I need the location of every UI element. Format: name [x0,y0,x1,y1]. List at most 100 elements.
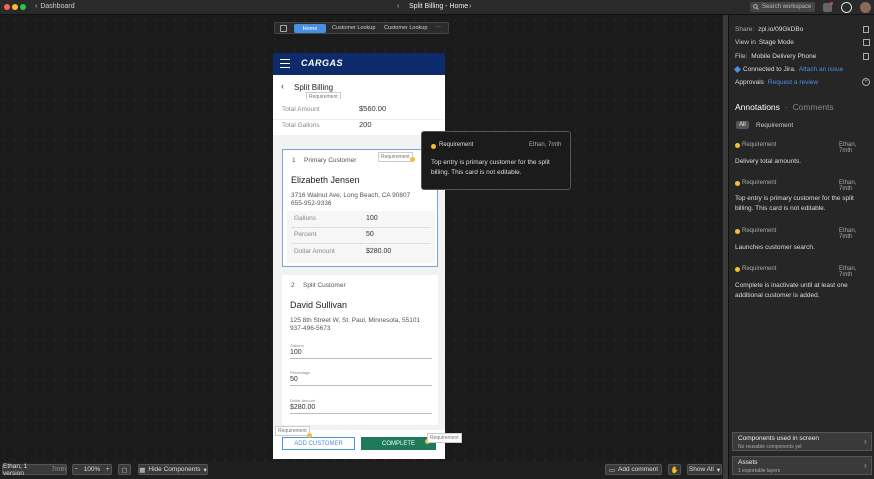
version-button[interactable]: Ethan, 1 version 7mth [2,463,67,477]
search-input[interactable]: Search workspace [750,2,815,12]
search-icon [753,4,759,10]
components-icon: ▦ [139,466,146,474]
annotation-marker-add[interactable] [307,433,312,438]
total-amount-label: Total Amount [282,106,320,113]
hand-tool-icon[interactable]: ✋ [668,464,681,475]
file-row: File: Mobile Delivery Phone [735,53,817,60]
file-name[interactable]: Mobile Delivery Phone [751,53,816,60]
filter-all-chip[interactable]: All [736,121,749,129]
dollar-amount-value: $280.00 [366,248,392,255]
gallons-value: 100 [366,215,378,222]
close-window-icon[interactable] [4,4,10,10]
customer-phone: 655-952-9336 [291,200,332,207]
annotation-dot [735,267,740,272]
totals-section: Total Amount $560.00 Total Gallons 200 [273,99,445,135]
components-section[interactable]: Components used in screen No reusable co… [732,432,872,451]
hide-components-button[interactable]: ▦ Hide Components ▾ [138,464,208,475]
screen-toolbar: Home Customer Lookup Customer Lookup ··· [274,22,449,34]
requirement-tag-add[interactable]: Requirement [275,426,310,436]
bottom-toolbar: Ethan, 1 version 7mth − 100% + ▢ ▦ Hide … [0,462,724,479]
maximize-window-icon[interactable] [20,4,26,10]
filter-requirement-chip[interactable]: Requirement [756,122,793,129]
percent-value: 50 [366,231,374,238]
tab-home[interactable]: Home [294,24,326,33]
file-icon[interactable] [863,53,869,60]
next-screen-icon[interactable]: › [469,3,471,10]
show-all-button[interactable]: Show All ▾ [687,464,722,475]
minimize-window-icon[interactable] [12,4,18,10]
annotation-dot [735,181,740,186]
annotation-item[interactable]: Requirement Ethan, 7mth Complete is inac… [735,265,871,305]
annotation-tabs: Annotations · Comments [735,102,834,112]
cargas-logo: CARGAS [301,58,344,68]
gallons-field[interactable]: Gallons 100 [282,341,438,363]
tab-comments[interactable]: Comments [793,102,834,112]
copy-icon[interactable] [863,26,869,33]
screen-title: Split Billing - Home [409,3,469,10]
avatar[interactable] [860,2,871,13]
chevron-left-icon: ‹ [35,3,38,10]
tooltip-tag: Requirement [439,142,474,148]
request-review-link[interactable]: Request a review [768,79,818,86]
annotation-item[interactable]: Requirement Ethan, 7mth Launches custome… [735,227,871,255]
split-customer-card: 2 Split Customer David Sullivan 125 8th … [282,275,438,425]
phone-screen: CARGAS ‹ Split Billing Requirement Total… [273,53,445,459]
view-mode-row: View in Stage Mode [735,39,794,46]
jira-icon [733,65,742,74]
external-link-icon[interactable] [863,39,870,46]
hamburger-menu-icon[interactable] [280,59,290,68]
prev-screen-icon[interactable]: ‹ [397,3,399,10]
grid-toggle-icon[interactable]: ▢ [118,464,131,475]
total-gallons-value: 200 [359,120,372,129]
help-icon[interactable] [841,2,852,13]
annotation-dot [735,143,740,148]
chevron-right-icon: › [864,461,867,470]
requirement-tag-complete[interactable]: Requirement [427,433,462,443]
stage-mode-link[interactable]: Stage Mode [759,39,794,46]
primary-values-table: Gallons 100 Percent 50 Dollar Amount $28… [287,211,435,263]
primary-customer-card: 1 Primary Customer Elizabeth Jensen 3716… [282,149,438,267]
add-comment-button[interactable]: ▭ Add comment [605,464,662,475]
attach-issue-link[interactable]: Attach an issue [799,66,843,73]
tab-customer-lookup[interactable]: Customer Lookup [332,25,375,31]
zoom-in-icon[interactable]: + [106,466,110,473]
chevron-down-icon: ▾ [203,466,207,474]
zoom-control[interactable]: − 100% + [72,464,112,475]
dollar-amount-field[interactable]: Dollar Amount $280.00 [282,396,438,418]
customer-address: 125 8th Street W, St. Paul, Minnesota, 5… [290,317,421,324]
annotation-item[interactable]: Requirement Ethan, 7mth Delivery total a… [735,141,871,169]
share-link[interactable]: zpl.io/09GkDBo [758,26,803,33]
assets-section[interactable]: Assets 1 exportable layers › [732,456,872,475]
add-approval-icon[interactable]: + [862,78,870,86]
annotation-dot [431,144,436,149]
customer-address: 3716 Walnut Ave, Long Beach, CA 90807 [291,192,411,199]
layers-icon[interactable] [280,25,287,32]
back-to-dashboard-link[interactable]: ‹ Dashboard [35,3,75,10]
card-number: 2 [291,282,295,289]
notifications-icon[interactable] [823,2,833,12]
title-bar: ‹ Dashboard ‹ Split Billing - Home › Sea… [0,0,874,15]
customer-name: David Sullivan [290,300,348,310]
tooltip-text: Top entry is primary customer for the sp… [431,159,550,176]
share-row: Share: zpl.io/09GkDBo [735,26,804,33]
notification-badge [830,2,833,5]
right-panel: Share: zpl.io/09GkDBo View in Stage Mode… [728,15,874,479]
dollar-amount-label: Dollar Amount [294,248,335,255]
card-heading: Split Customer [303,282,346,289]
percentage-field[interactable]: Percentage 50 [282,368,438,390]
app-header: CARGAS [273,53,445,75]
zoom-out-icon[interactable]: − [74,466,78,473]
total-gallons-label: Total Gallons [282,122,320,129]
tab-customer-lookup-2[interactable]: Customer Lookup [384,25,427,31]
percent-label: Percent [294,231,317,238]
add-customer-button[interactable]: ADD CUSTOMER [282,437,355,450]
annotation-item[interactable]: Requirement Ethan, 7mth Top entry is pri… [735,179,871,215]
customer-phone: 937-496-5673 [290,325,331,332]
requirement-tag-primary[interactable]: Requirement [378,152,413,162]
annotation-marker-primary[interactable] [410,157,415,162]
tab-annotations[interactable]: Annotations [735,102,780,112]
page-header: ‹ Split Billing [273,75,445,99]
more-tabs-button[interactable]: ··· [435,24,441,30]
approvals-row: Approvals Request a review [735,79,819,86]
back-arrow-icon[interactable]: ‹ [281,81,284,91]
